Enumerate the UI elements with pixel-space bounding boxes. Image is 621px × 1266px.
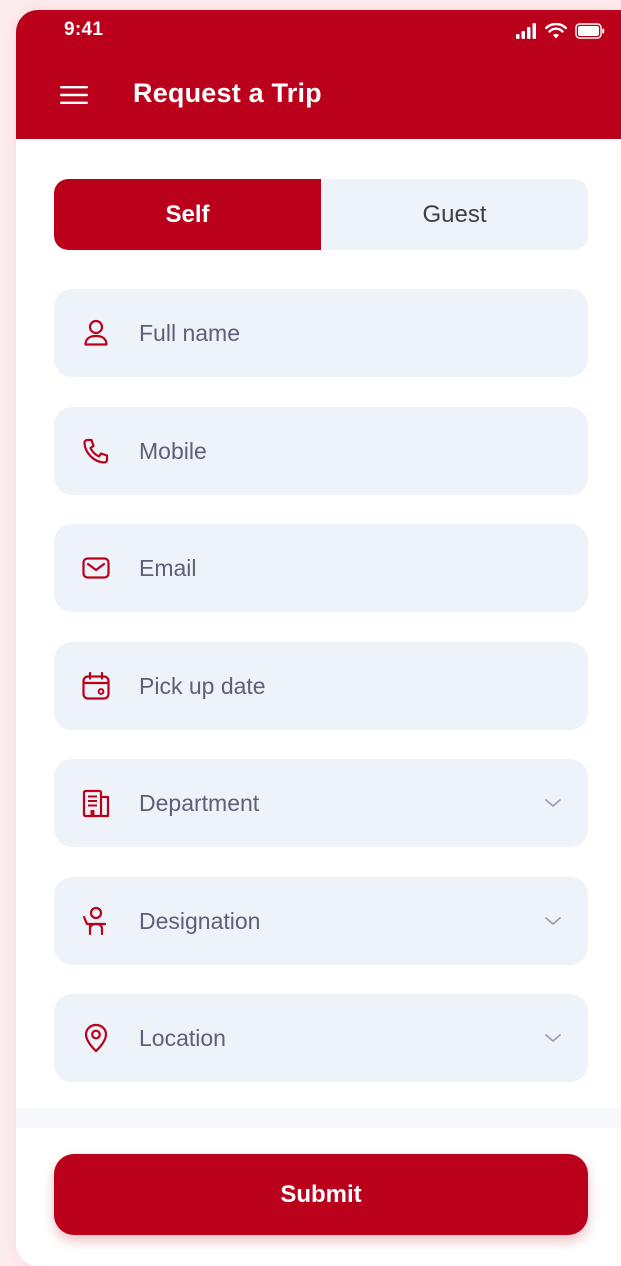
designation-placeholder: Designation — [139, 907, 261, 934]
page-title: Request a Trip — [133, 78, 322, 108]
location-placeholder: Location — [139, 1024, 226, 1051]
location-pin-icon — [84, 1023, 108, 1053]
designation-dropdown[interactable]: Designation — [54, 877, 588, 965]
pick-up-date-placeholder: Pick up date — [139, 672, 266, 699]
person-desk-icon — [82, 906, 107, 936]
battery-icon — [575, 23, 605, 39]
status-icons — [515, 20, 605, 42]
chevron-down-icon — [545, 1034, 561, 1042]
email-field[interactable]: Email — [54, 524, 588, 612]
requester-type-toggle: Self Guest — [54, 179, 588, 250]
chevron-down-icon — [545, 799, 561, 807]
pick-up-date-field[interactable]: Pick up date — [54, 642, 588, 730]
app-screen: 9:41 Request a Trip Self Guest Full name… — [16, 10, 621, 1266]
submit-button[interactable]: Submit — [54, 1154, 588, 1235]
calendar-icon — [82, 671, 110, 700]
tab-guest[interactable]: Guest — [321, 179, 588, 250]
app-header: 9:41 Request a Trip — [16, 10, 621, 139]
wifi-icon — [545, 23, 567, 39]
phone-icon — [83, 438, 109, 464]
mail-icon — [82, 557, 110, 579]
mobile-placeholder: Mobile — [139, 437, 207, 464]
user-icon — [84, 319, 108, 346]
chevron-down-icon — [545, 917, 561, 925]
mobile-field[interactable]: Mobile — [54, 407, 588, 495]
signal-icon — [516, 23, 536, 39]
department-dropdown[interactable]: Department — [54, 759, 588, 847]
tab-self[interactable]: Self — [54, 179, 321, 250]
location-dropdown[interactable]: Location — [54, 994, 588, 1082]
bottom-divider — [16, 1108, 621, 1128]
status-time: 9:41 — [64, 19, 104, 40]
full-name-placeholder: Full name — [139, 319, 240, 346]
department-placeholder: Department — [139, 789, 260, 816]
building-icon — [82, 789, 110, 818]
full-name-field[interactable]: Full name — [54, 289, 588, 377]
email-placeholder: Email — [139, 554, 197, 581]
hamburger-menu-icon[interactable] — [60, 85, 88, 105]
